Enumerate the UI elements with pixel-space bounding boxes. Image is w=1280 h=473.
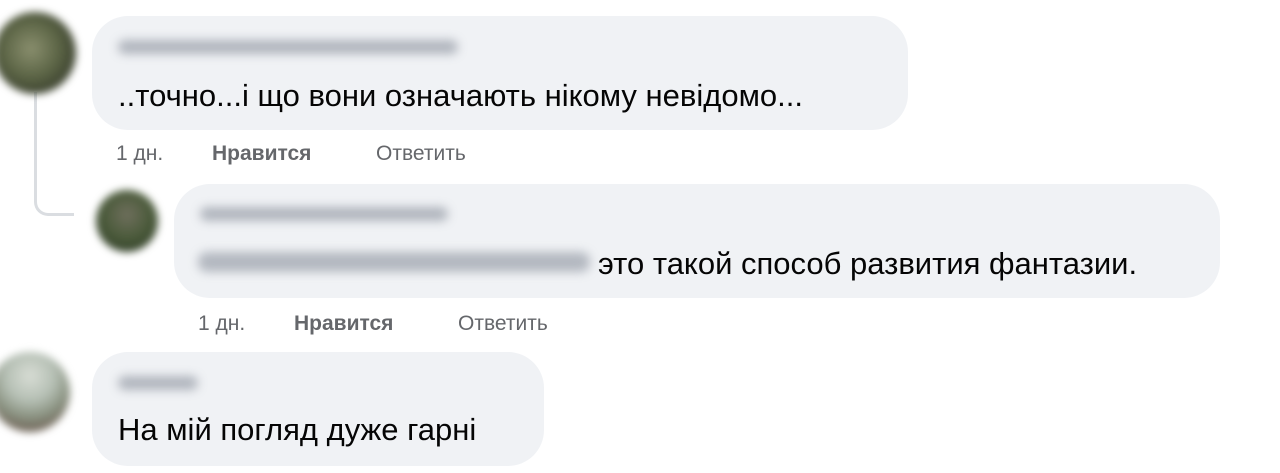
blurred-mention-tag[interactable] <box>198 252 590 272</box>
comment-text: На мій погляд дуже гарні <box>118 412 477 447</box>
comment-timestamp[interactable]: 1 дн. <box>198 312 245 336</box>
comment-timestamp[interactable]: 1 дн. <box>116 142 163 166</box>
comment-text: ..точно...і що вони означають нікому нев… <box>118 78 803 113</box>
commenter-avatar[interactable] <box>0 352 70 432</box>
blurred-author-name[interactable] <box>118 376 198 390</box>
like-button[interactable]: Нравится <box>212 142 311 166</box>
reply-thread-line <box>34 92 74 216</box>
reply-button[interactable]: Ответить <box>458 312 548 336</box>
comment-text: это такой способ развития фантазии. <box>598 246 1138 281</box>
reply-button[interactable]: Ответить <box>376 142 466 166</box>
commenter-avatar[interactable] <box>96 190 158 252</box>
comment-bubble <box>92 352 544 466</box>
like-button[interactable]: Нравится <box>294 312 393 336</box>
blurred-author-name[interactable] <box>118 40 458 54</box>
commenter-avatar[interactable] <box>0 12 76 94</box>
blurred-author-name[interactable] <box>200 207 448 221</box>
